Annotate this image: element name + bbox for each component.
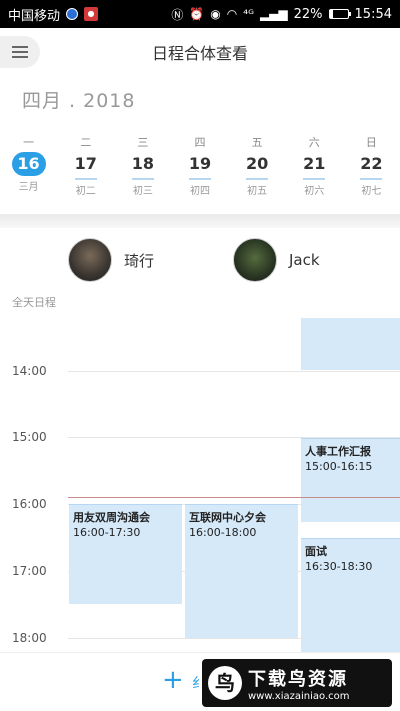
person-name: Jack (289, 251, 320, 269)
lunar-date: 初二 (75, 186, 96, 197)
carrier-label: 中国移动 (8, 8, 61, 24)
event-indicator (303, 178, 326, 180)
event-indicator (74, 178, 97, 180)
day-cell[interactable]: 二 17 初二 (57, 134, 114, 210)
bird-logo-icon: 鸟 (208, 666, 242, 700)
battery-percent: 22% (293, 6, 323, 22)
hour-label: 14:00 (12, 364, 47, 378)
weekday-label: 四 (194, 136, 206, 149)
day-number: 18 (131, 154, 154, 173)
weekday-label: 日 (365, 136, 377, 149)
event-time: 16:00-18:00 (189, 526, 257, 539)
page-title: 日程合体查看 (151, 44, 248, 63)
month-label[interactable]: 四月 . 2018 (22, 86, 135, 113)
hour-label: 15:00 (12, 430, 47, 444)
event-indicator (246, 178, 269, 180)
hour-label: 16:00 (12, 497, 47, 511)
day-cell[interactable]: 三 18 初三 (114, 134, 171, 210)
lunar-date: 初四 (189, 186, 210, 197)
lunar-date: 三月 (18, 182, 39, 193)
weekday-label: 六 (308, 136, 320, 149)
weekday-label: 三 (137, 136, 149, 149)
battery-fill (329, 10, 334, 18)
event-indicator (188, 178, 211, 180)
allday-label: 全天日程 (12, 296, 56, 309)
event-block[interactable]: 互联网中心夕会 16:00-18:00 (185, 504, 298, 638)
event-block[interactable]: 用友双周沟通会 16:00-17:30 (69, 504, 182, 604)
timeline[interactable]: 全天日程 14:00 15:00 16:00 17:00 18:00 人事工作汇… (0, 292, 400, 652)
clock: 15:54 (354, 6, 392, 22)
day-number: 22 (360, 154, 383, 173)
current-time-line (68, 497, 400, 498)
bottom-bar: + 纟 鸟 下载鸟资源 www.xiazainiao.com (0, 652, 400, 711)
person-name: 琦行 (124, 251, 155, 270)
day-number-today: 16 (11, 152, 46, 176)
weekday-label: 一 (23, 136, 35, 149)
hour-label: 18:00 (12, 631, 47, 645)
hamburger-icon (12, 46, 28, 58)
day-number: 17 (74, 154, 97, 173)
day-number: 21 (303, 154, 326, 173)
day-number: 19 (188, 154, 212, 173)
notification-app-icon (66, 8, 79, 20)
watermark-logo: 鸟 下载鸟资源 www.xiazainiao.com (202, 659, 392, 707)
lunar-date: 初三 (132, 186, 153, 197)
event-time: 16:30-18:30 (305, 560, 373, 573)
divider (0, 214, 400, 228)
avatar (68, 238, 112, 282)
people-header: 琦行 Jack (0, 228, 400, 292)
app-header: 日程合体查看 (0, 28, 400, 76)
event-block[interactable]: 人事工作汇报 15:00-16:15 (301, 438, 400, 522)
person-column-header[interactable]: Jack (233, 238, 320, 282)
lunar-date: 初七 (361, 186, 382, 197)
day-cell[interactable]: 一 16 三月 (0, 134, 57, 210)
avatar (233, 238, 277, 282)
person-column-header[interactable]: 琦行 (68, 238, 154, 282)
watermark-url: www.xiazainiao.com (248, 690, 350, 702)
event-block[interactable] (301, 318, 400, 370)
wifi-icon: ◠ (226, 7, 238, 21)
event-title: 人事工作汇报 (305, 445, 371, 458)
hour-line (68, 371, 400, 372)
event-title: 面试 (305, 545, 327, 558)
add-icon[interactable]: + (162, 667, 184, 693)
day-cell[interactable]: 五 20 初五 (229, 134, 286, 210)
weekday-label: 二 (80, 136, 92, 149)
event-indicator (360, 178, 383, 180)
lunar-date: 初六 (304, 186, 325, 197)
event-title: 用友双周沟通会 (73, 511, 150, 524)
event-title: 互联网中心夕会 (189, 511, 266, 524)
battery-icon (328, 9, 351, 19)
event-time: 16:00-17:30 (73, 526, 141, 539)
event-indicator (131, 178, 154, 180)
weekday-label: 五 (251, 136, 263, 149)
signal-icon: ⁴ᴳ (243, 7, 254, 21)
week-strip: 一 16 三月 二 17 初二 三 18 初三 四 19 初四 五 20 初五 … (0, 134, 400, 210)
day-number: 20 (245, 154, 269, 173)
status-bar: 中国移动 ● Ⓝ ⏰ ◉ ◠ ⁴ᴳ ▂▄▆ 22% 15:54 (0, 0, 400, 28)
notification-badge-icon: ● (84, 7, 99, 21)
menu-button[interactable] (0, 36, 40, 68)
day-cell[interactable]: 六 21 初六 (286, 134, 343, 210)
hour-label: 17:00 (12, 564, 47, 578)
day-cell[interactable]: 四 19 初四 (171, 134, 228, 210)
cellular-bars-icon: ▂▄▆ (259, 7, 288, 21)
event-block[interactable]: 面试 16:30-18:30 (301, 538, 400, 652)
watermark-title: 下载鸟资源 (248, 668, 348, 690)
nfc-icon: Ⓝ (171, 7, 184, 22)
eye-comfort-icon: ◉ (210, 7, 221, 21)
alarm-icon: ⏰ (189, 7, 205, 21)
day-cell[interactable]: 日 22 初七 (343, 134, 400, 210)
lunar-date: 初五 (247, 186, 268, 197)
event-time: 15:00-16:15 (305, 460, 373, 473)
